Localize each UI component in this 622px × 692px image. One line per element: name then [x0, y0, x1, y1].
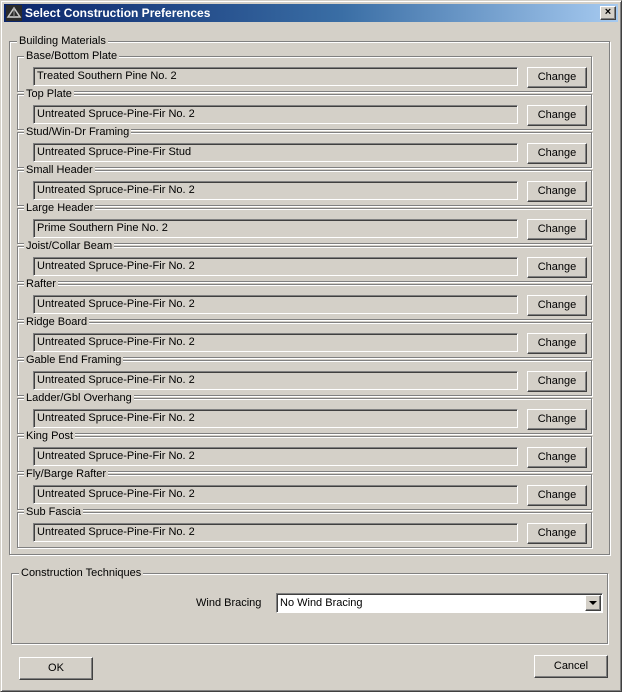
- material-value-field: Prime Southern Pine No. 2: [33, 219, 518, 238]
- cancel-button[interactable]: Cancel: [534, 655, 608, 678]
- change-button[interactable]: Change: [527, 409, 587, 430]
- material-row: Sub Fascia Untreated Spruce-Pine-Fir No. …: [17, 505, 592, 548]
- change-button[interactable]: Change: [527, 333, 587, 354]
- material-label: Small Header: [24, 163, 95, 177]
- change-button[interactable]: Change: [527, 219, 587, 240]
- wind-bracing-value: No Wind Bracing: [280, 597, 363, 609]
- material-value-field: Untreated Spruce-Pine-Fir No. 2: [33, 523, 518, 542]
- material-label: Joist/Collar Beam: [24, 239, 115, 253]
- material-value-field: Untreated Spruce-Pine-Fir No. 2: [33, 181, 518, 200]
- material-value-field: Untreated Spruce-Pine-Fir Stud: [33, 143, 518, 162]
- material-label: Ladder/Gbl Overhang: [24, 391, 134, 405]
- wind-bracing-label: Wind Bracing: [196, 597, 262, 609]
- change-button[interactable]: Change: [527, 143, 587, 164]
- wind-bracing-select[interactable]: No Wind Bracing: [276, 593, 603, 613]
- change-button[interactable]: Change: [527, 105, 587, 126]
- material-value-field: Untreated Spruce-Pine-Fir No. 2: [33, 485, 518, 504]
- material-label: Rafter: [24, 277, 58, 291]
- change-button[interactable]: Change: [527, 371, 587, 392]
- title-bar[interactable]: Select Construction Preferences ×: [4, 4, 618, 22]
- material-value-field: Untreated Spruce-Pine-Fir No. 2: [33, 409, 518, 428]
- material-row: Rafter Untreated Spruce-Pine-Fir No. 2 Cha…: [17, 277, 592, 320]
- ok-button[interactable]: OK: [19, 657, 93, 680]
- material-value-field: Untreated Spruce-Pine-Fir No. 2: [33, 447, 518, 466]
- material-row: Ladder/Gbl Overhang Untreated Spruce-Pine…: [17, 391, 592, 434]
- material-row: Fly/Barge Rafter Untreated Spruce-Pine-Fi…: [17, 467, 592, 510]
- material-label: Base/Bottom Plate: [24, 49, 120, 63]
- material-label: Large Header: [24, 201, 96, 215]
- building-materials-label: Building Materials: [17, 34, 108, 48]
- dropdown-button[interactable]: [585, 595, 601, 611]
- material-value-field: Untreated Spruce-Pine-Fir No. 2: [33, 105, 518, 124]
- change-button[interactable]: Change: [527, 257, 587, 278]
- material-label: Top Plate: [24, 87, 74, 101]
- material-row: Stud/Win-Dr Framing Untreated Spruce-Pine…: [17, 125, 592, 168]
- change-button[interactable]: Change: [527, 485, 587, 506]
- change-button[interactable]: Change: [527, 181, 587, 202]
- material-row: Base/Bottom Plate Treated Southern Pine N…: [17, 49, 592, 92]
- material-row: Small Header Untreated Spruce-Pine-Fir No…: [17, 163, 592, 206]
- window-title: Select Construction Preferences: [25, 6, 211, 20]
- change-button[interactable]: Change: [527, 295, 587, 316]
- close-icon: ×: [604, 6, 612, 18]
- material-label: Stud/Win-Dr Framing: [24, 125, 132, 139]
- material-value-field: Treated Southern Pine No. 2: [33, 67, 518, 86]
- material-label: Sub Fascia: [24, 505, 84, 519]
- app-icon: [6, 5, 22, 21]
- material-value-field: Untreated Spruce-Pine-Fir No. 2: [33, 295, 518, 314]
- change-button[interactable]: Change: [527, 67, 587, 88]
- chevron-down-icon: [589, 601, 597, 605]
- dialog-window: Select Construction Preferences × Buildi…: [0, 0, 622, 692]
- change-button[interactable]: Change: [527, 447, 587, 468]
- material-value-field: Untreated Spruce-Pine-Fir No. 2: [33, 257, 518, 276]
- material-row: Joist/Collar Beam Untreated Spruce-Pine-F…: [17, 239, 592, 282]
- material-label: Gable End Framing: [24, 353, 124, 367]
- material-label: Ridge Board: [24, 315, 90, 329]
- change-button[interactable]: Change: [527, 523, 587, 544]
- close-button[interactable]: ×: [600, 6, 616, 20]
- material-value-field: Untreated Spruce-Pine-Fir No. 2: [33, 333, 518, 352]
- construction-techniques-label: Construction Techniques: [19, 566, 144, 580]
- construction-techniques-group: Construction Techniques Wind Bracing No …: [11, 566, 608, 644]
- material-label: Fly/Barge Rafter: [24, 467, 109, 481]
- material-label: King Post: [24, 429, 76, 443]
- material-value-field: Untreated Spruce-Pine-Fir No. 2: [33, 371, 518, 390]
